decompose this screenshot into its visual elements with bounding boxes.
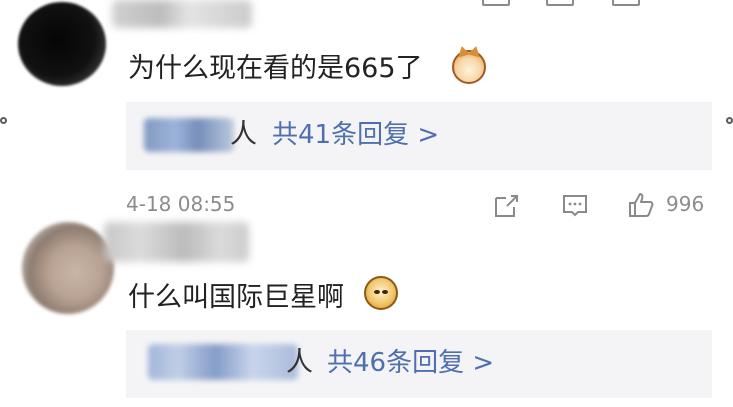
avatar[interactable]: [22, 222, 114, 314]
like-count: 996: [666, 192, 705, 216]
comment-icon[interactable]: [560, 191, 590, 221]
avatar[interactable]: [18, 2, 106, 86]
reply-count-link[interactable]: 共41条回复 >: [272, 118, 439, 152]
doge-emoji-icon: [364, 276, 398, 310]
share-icon[interactable]: [492, 191, 522, 221]
comment-meta-row: 4-18 08:55 996: [126, 190, 716, 218]
top-comment-icon[interactable]: [546, 0, 574, 6]
blurred-username[interactable]: [112, 0, 252, 28]
thumb-up-icon[interactable]: [626, 190, 656, 220]
right-indicator-dot: [726, 117, 733, 124]
top-share-icon[interactable]: [482, 0, 510, 6]
reply-person-label: 人: [230, 119, 257, 150]
top-like-count: [652, 0, 712, 6]
cat-emoji-icon: [452, 50, 486, 84]
comment-timestamp: 4-18 08:55: [126, 192, 236, 216]
reply-person-label: 人: [286, 347, 313, 378]
blurred-reply-usernames: [144, 118, 234, 152]
comment-text: 什么叫国际巨星啊: [128, 282, 344, 313]
reply-summary-box[interactable]: 人 共41条回复 >: [126, 102, 712, 170]
comment-text: 为什么现在看的是665了: [128, 53, 423, 84]
left-indicator-dot: [0, 117, 7, 124]
top-like-icon[interactable]: [612, 0, 640, 6]
reply-summary-box[interactable]: 人 共46条回复 >: [126, 330, 712, 398]
blurred-reply-usernames: [148, 344, 298, 380]
reply-count-link[interactable]: 共46条回复 >: [327, 346, 494, 380]
blurred-username[interactable]: [104, 222, 249, 262]
